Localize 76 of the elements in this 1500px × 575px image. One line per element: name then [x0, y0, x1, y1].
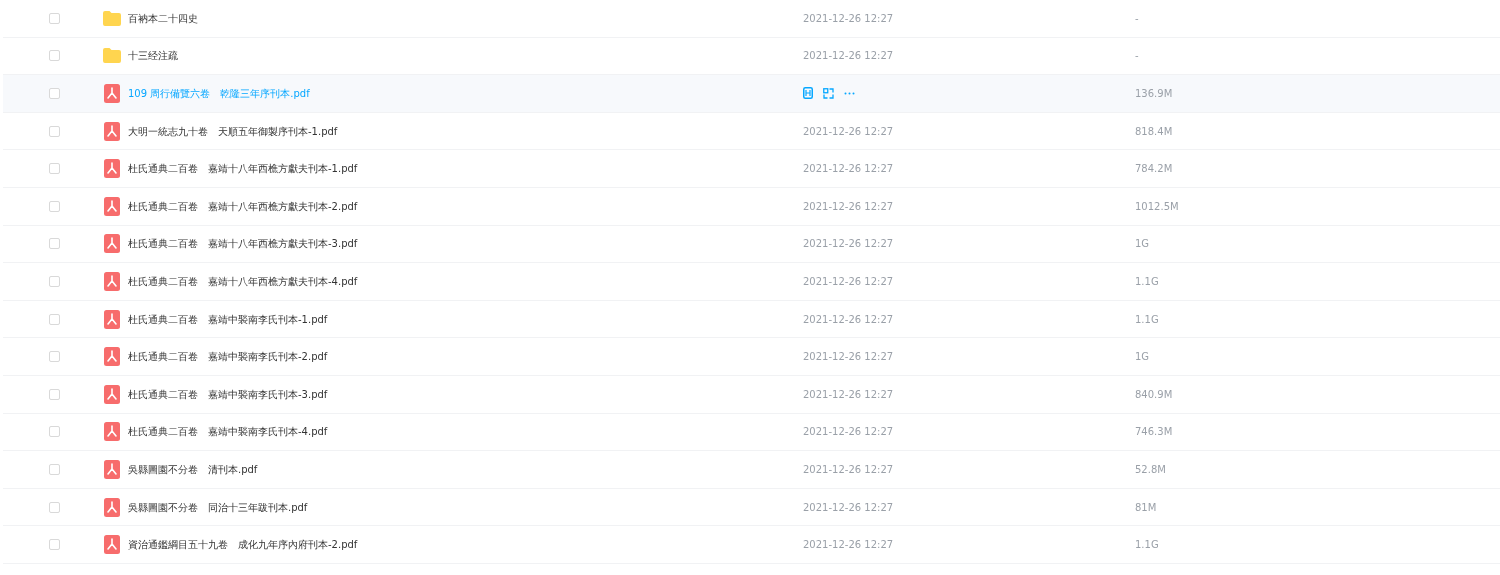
modified-date: 2021-12-26 12:27 — [803, 200, 894, 212]
file-size: 1.1G — [1135, 538, 1159, 553]
modified-date: 2021-12-26 12:27 — [803, 539, 894, 551]
file-name[interactable]: 吳縣圖園不分卷 同治十三年跋刊本.pdf — [128, 499, 688, 515]
checkbox[interactable] — [49, 88, 60, 99]
checkbox[interactable] — [49, 12, 60, 24]
modified-date: 2021-12-26 12:27 — [803, 388, 894, 400]
file-size: 52.8M — [1135, 462, 1166, 477]
file-size: 1.1G — [1135, 312, 1159, 327]
share-icon[interactable] — [823, 88, 834, 99]
file-name[interactable]: 杜氏通典二百卷 嘉靖中褧南李氏刊本-2.pdf — [128, 349, 688, 365]
modified-date: 2021-12-26 12:27 — [803, 351, 894, 363]
modified-date: 2021-12-26 12:27 — [803, 163, 894, 175]
checkbox[interactable] — [49, 388, 60, 400]
file-size: 1.1G — [1135, 274, 1159, 289]
file-size: 1G — [1135, 237, 1150, 252]
file-size: - — [1135, 49, 1139, 64]
checkbox[interactable] — [49, 501, 60, 513]
checkbox[interactable] — [49, 275, 60, 287]
file-size: 1G — [1135, 350, 1150, 365]
file-name[interactable]: 杜氏通典二百卷 嘉靖十八年西樵方獻夫刊本-1.pdf — [128, 161, 688, 177]
phone-icon[interactable] — [803, 87, 813, 100]
modified-date: 2021-12-26 12:27 — [803, 313, 894, 325]
checkbox[interactable] — [49, 426, 60, 438]
file-size: 784.2M — [1135, 162, 1173, 177]
file-name[interactable]: 吳縣圖園不分卷 清刊本.pdf — [128, 461, 688, 477]
file-name[interactable]: 大明一統志九十卷 天順五年御製序刊本-1.pdf — [128, 123, 688, 139]
modified-date: 2021-12-26 12:27 — [803, 12, 894, 24]
pdf-file-icon — [104, 459, 120, 479]
more-icon[interactable] — [844, 92, 855, 95]
pdf-file-icon — [104, 309, 120, 329]
file-size: - — [1135, 11, 1139, 26]
file-size: 818.4M — [1135, 124, 1173, 139]
pdf-file-icon — [104, 159, 120, 179]
modified-date: 2021-12-26 12:27 — [803, 125, 894, 137]
folder-icon — [103, 48, 121, 64]
file-size: 81M — [1135, 500, 1157, 515]
file-name[interactable]: 杜氏通典二百卷 嘉靖中褧南李氏刊本-3.pdf — [128, 386, 688, 402]
pdf-file-icon — [104, 271, 120, 291]
pdf-file-icon — [104, 234, 120, 254]
modified-date: 2021-12-26 12:27 — [803, 426, 894, 438]
file-name[interactable]: 杜氏通典二百卷 嘉靖十八年西樵方獻夫刊本-3.pdf — [128, 236, 688, 252]
pdf-file-icon — [104, 121, 120, 141]
checkbox[interactable] — [49, 50, 60, 62]
file-name[interactable]: 杜氏通典二百卷 嘉靖十八年西樵方獻夫刊本-4.pdf — [128, 273, 688, 289]
file-name[interactable]: 杜氏通典二百卷 嘉靖十八年西樵方獻夫刊本-2.pdf — [128, 198, 688, 214]
modified-date: 2021-12-26 12:27 — [803, 275, 894, 287]
file-name[interactable]: 十三经注疏 — [128, 48, 688, 64]
pdf-file-icon — [104, 196, 120, 216]
folder-icon — [103, 10, 121, 26]
checkbox[interactable] — [49, 539, 60, 551]
file-name[interactable]: 百衲本二十四史 — [128, 10, 688, 26]
modified-date: 2021-12-26 12:27 — [803, 50, 894, 62]
checkbox[interactable] — [49, 351, 60, 363]
modified-date: 2021-12-26 12:27 — [803, 463, 894, 475]
checkbox[interactable] — [49, 200, 60, 212]
file-size: 746.3M — [1135, 425, 1173, 440]
file-name[interactable]: 資治通鑑綱目五十九卷 成化九年序內府刊本-2.pdf — [128, 537, 688, 553]
file-size: 136.9M — [1135, 87, 1173, 101]
pdf-file-icon — [104, 422, 120, 442]
pdf-file-icon — [104, 84, 120, 103]
checkbox[interactable] — [49, 238, 60, 250]
pdf-file-icon — [104, 535, 120, 555]
pdf-file-icon — [104, 347, 120, 367]
file-name[interactable]: 杜氏通典二百卷 嘉靖中褧南李氏刊本-4.pdf — [128, 424, 688, 440]
modified-date: 2021-12-26 12:27 — [803, 501, 894, 513]
checkbox[interactable] — [49, 313, 60, 325]
file-size: 840.9M — [1135, 387, 1173, 402]
modified-date: 2021-12-26 12:27 — [803, 238, 894, 250]
file-name[interactable]: 杜氏通典二百卷 嘉靖中褧南李氏刊本-1.pdf — [128, 311, 688, 327]
pdf-file-icon — [104, 497, 120, 517]
checkbox[interactable] — [49, 125, 60, 137]
file-size: 1012.5M — [1135, 199, 1179, 214]
checkbox[interactable] — [49, 463, 60, 475]
pdf-file-icon — [104, 384, 120, 404]
checkbox[interactable] — [49, 163, 60, 175]
